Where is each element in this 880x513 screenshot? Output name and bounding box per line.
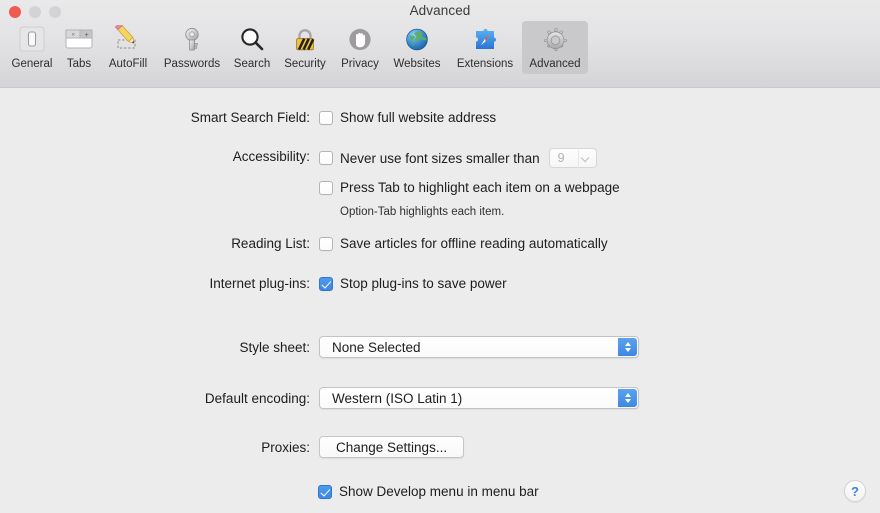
develop-menu-checkbox[interactable]	[318, 484, 332, 499]
svg-text:+: +	[85, 32, 89, 39]
style-sheet-label: Style sheet:	[239, 339, 310, 355]
tab-advanced[interactable]: Advanced	[522, 21, 588, 74]
reading-list-label: Reading List:	[231, 236, 310, 251]
stop-plugins-row[interactable]: Stop plug-ins to save power	[319, 275, 507, 292]
proxies-label: Proxies:	[261, 439, 310, 455]
security-icon	[290, 24, 320, 56]
extensions-icon	[470, 24, 500, 56]
show-full-address-label: Show full website address	[340, 110, 497, 125]
privacy-icon	[345, 24, 375, 56]
row-style-sheet: Style sheet: None Selected	[165, 336, 639, 358]
accessibility-hint: Option-Tab highlights each item.	[340, 206, 505, 218]
tab-websites[interactable]: Websites	[386, 21, 448, 74]
window-title: Advanced	[409, 3, 471, 18]
help-button[interactable]: ?	[844, 480, 866, 502]
save-offline-label: Save articles for offline reading automa…	[340, 236, 608, 251]
save-offline-row[interactable]: Save articles for offline reading automa…	[319, 235, 608, 252]
stop-plugins-checkbox[interactable]	[319, 276, 333, 291]
tab-passwords-label: Passwords	[163, 58, 221, 70]
develop-menu-row[interactable]: Show Develop menu in menu bar	[318, 483, 539, 500]
press-tab-checkbox[interactable]	[319, 180, 333, 195]
tab-extensions[interactable]: Extensions	[448, 21, 522, 74]
min-font-size-row[interactable]: Never use font sizes smaller than 9	[319, 148, 620, 168]
tab-security[interactable]: Security	[276, 21, 334, 74]
min-font-size-label: Never use font sizes smaller than	[340, 150, 540, 166]
passwords-icon	[177, 24, 207, 56]
row-proxies: Proxies: Change Settings...	[165, 436, 465, 458]
show-full-address-checkbox[interactable]	[319, 110, 333, 125]
min-font-size-popup[interactable]: 9	[548, 148, 597, 168]
tabs-icon: × +	[63, 24, 95, 56]
advanced-icon	[540, 24, 570, 56]
preferences-tab-bar: General × + Tabs AutoFill Passwords Sear…	[6, 21, 588, 74]
autofill-icon	[112, 24, 144, 56]
updown-chevrons-icon	[618, 338, 637, 356]
updown-chevrons-icon	[618, 389, 637, 407]
tab-privacy-label: Privacy	[341, 58, 379, 70]
websites-icon	[402, 24, 432, 56]
row-smart-search-field: Smart Search Field: Show full website ad…	[165, 109, 496, 126]
stop-plugins-label: Stop plug-ins to save power	[340, 276, 507, 291]
tab-privacy[interactable]: Privacy	[334, 21, 386, 74]
svg-text:×: ×	[72, 33, 76, 39]
default-encoding-value: Western (ISO Latin 1)	[332, 390, 463, 406]
tab-extensions-label: Extensions	[456, 58, 514, 70]
press-tab-row[interactable]: Press Tab to highlight each item on a we…	[319, 179, 620, 196]
advanced-preferences-pane: Smart Search Field: Show full website ad…	[0, 88, 880, 513]
show-full-address-checkbox-row[interactable]: Show full website address	[319, 109, 496, 126]
search-icon	[237, 24, 267, 56]
develop-menu-label: Show Develop menu in menu bar	[339, 484, 539, 499]
row-accessibility: Accessibility: Never use font sizes smal…	[165, 148, 620, 220]
save-offline-checkbox[interactable]	[319, 236, 333, 251]
tab-search[interactable]: Search	[228, 21, 276, 74]
press-tab-label: Press Tab to highlight each item on a we…	[340, 180, 620, 195]
tab-security-label: Security	[284, 58, 326, 70]
accessibility-label: Accessibility:	[232, 149, 310, 164]
tab-tabs-label: Tabs	[66, 58, 92, 70]
change-settings-button[interactable]: Change Settings...	[319, 436, 465, 458]
tab-general[interactable]: General	[6, 21, 58, 74]
toolbar: Advanced General × + Tabs AutoFill Passw…	[0, 0, 880, 88]
row-develop-menu: Show Develop menu in menu bar	[318, 483, 539, 500]
default-encoding-popup[interactable]: Western (ISO Latin 1)	[319, 387, 639, 409]
tab-passwords[interactable]: Passwords	[156, 21, 228, 74]
tab-autofill-label: AutoFill	[108, 58, 148, 70]
internet-plugins-label: Internet plug-ins:	[209, 276, 310, 291]
tab-autofill[interactable]: AutoFill	[100, 21, 156, 74]
tab-websites-label: Websites	[393, 58, 441, 70]
general-icon	[17, 24, 47, 56]
tab-general-label: General	[11, 58, 53, 70]
tab-search-label: Search	[233, 58, 271, 70]
tab-advanced-label: Advanced	[529, 58, 581, 70]
popup-divider	[577, 150, 579, 166]
preferences-window: Advanced General × + Tabs AutoFill Passw…	[0, 0, 880, 513]
chevron-down-icon	[582, 155, 589, 162]
min-font-size-checkbox[interactable]	[319, 151, 333, 165]
row-internet-plugins: Internet plug-ins: Stop plug-ins to save…	[165, 275, 507, 292]
row-reading-list: Reading List: Save articles for offline …	[165, 235, 608, 252]
row-default-encoding: Default encoding: Western (ISO Latin 1)	[165, 387, 639, 409]
smart-search-field-label: Smart Search Field:	[190, 110, 310, 125]
min-font-size-value: 9	[557, 150, 565, 165]
style-sheet-value: None Selected	[332, 339, 421, 355]
default-encoding-label: Default encoding:	[204, 390, 310, 406]
accessibility-options: Never use font sizes smaller than 9 Pres…	[319, 148, 620, 220]
tab-tabs[interactable]: × + Tabs	[58, 21, 100, 74]
style-sheet-popup[interactable]: None Selected	[319, 336, 639, 358]
